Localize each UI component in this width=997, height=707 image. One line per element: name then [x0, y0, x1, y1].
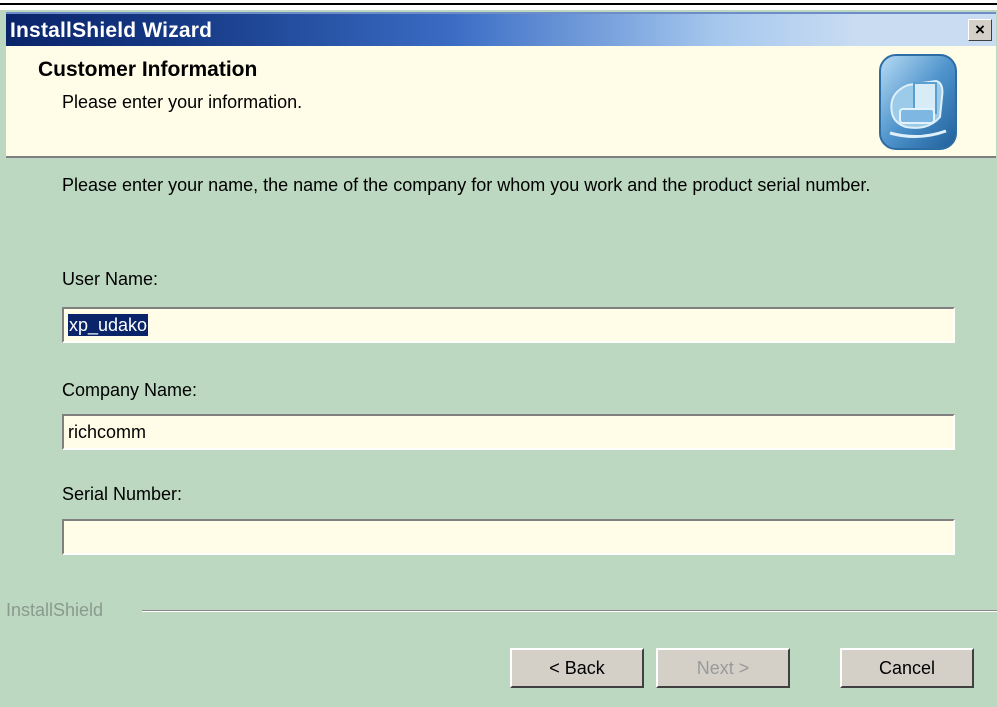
- page-subtitle: Please enter your information.: [62, 92, 303, 112]
- next-button[interactable]: Next >: [656, 648, 790, 688]
- title-bar[interactable]: InstallShield Wizard ×: [6, 12, 996, 46]
- close-button[interactable]: ×: [968, 19, 992, 41]
- close-icon: ×: [975, 20, 985, 39]
- back-button[interactable]: < Back: [510, 648, 644, 688]
- cancel-button[interactable]: Cancel: [840, 648, 974, 688]
- page-title: Customer Information: [38, 58, 258, 81]
- user-name-value: xp_udako: [68, 314, 149, 336]
- separator-line: [142, 610, 997, 612]
- computer-setup-icon: [879, 54, 957, 150]
- company-name-label: Company Name:: [62, 380, 198, 400]
- brand-label: InstallShield: [6, 600, 104, 620]
- instructions-text: Please enter your name, the name of the …: [62, 175, 871, 195]
- window-title: InstallShield Wizard: [10, 19, 213, 42]
- serial-number-input[interactable]: [62, 519, 955, 555]
- user-name-input[interactable]: xp_udako: [62, 307, 955, 343]
- brand-separator: InstallShield: [0, 600, 997, 620]
- serial-number-label: Serial Number:: [62, 484, 183, 504]
- wizard-header: Customer Information Please enter your i…: [6, 46, 996, 158]
- user-name-label: User Name:: [62, 269, 159, 289]
- screen-top-edge: [0, 0, 997, 10]
- company-name-value: richcomm: [68, 422, 147, 442]
- company-name-input[interactable]: richcomm: [62, 414, 955, 450]
